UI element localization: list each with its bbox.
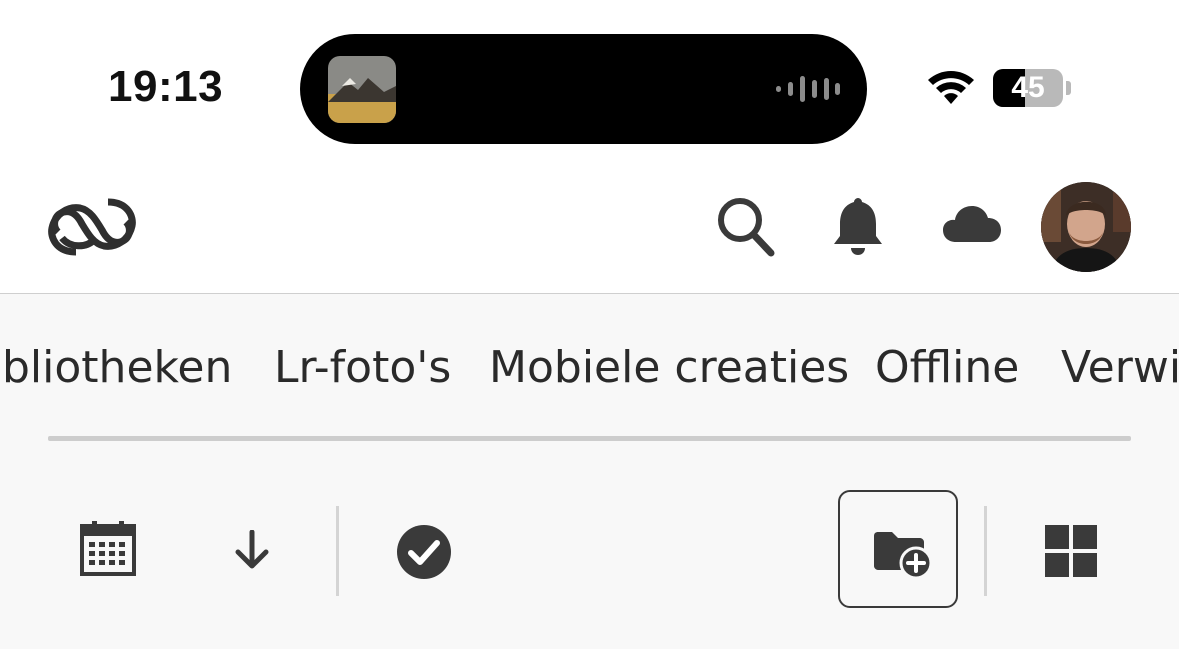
tab-strip[interactable]: bliotheken Lr-foto's Mobiele creaties Of… [0, 294, 1179, 444]
tab-underline [48, 436, 1131, 441]
calendar-icon[interactable] [80, 520, 136, 576]
select-check-icon[interactable] [396, 524, 452, 580]
new-folder-button[interactable] [838, 490, 958, 608]
audio-waveform-icon [776, 76, 840, 102]
content-area: bliotheken Lr-foto's Mobiele creaties Of… [0, 294, 1179, 649]
search-icon[interactable] [716, 196, 776, 258]
status-bar: 19:13 45 [0, 0, 1179, 170]
now-playing-thumbnail[interactable] [328, 56, 396, 123]
creative-cloud-logo[interactable] [46, 192, 138, 262]
grid-view-icon[interactable] [1044, 524, 1098, 578]
app-header [0, 170, 1179, 294]
tab-verwijderd[interactable]: Verwi [1061, 342, 1179, 393]
new-folder-icon [874, 532, 933, 580]
tab-mobiele-creaties[interactable]: Mobiele creaties [489, 342, 849, 393]
battery-nub [1066, 81, 1071, 95]
tab-bibliotheken[interactable]: bliotheken [2, 342, 232, 393]
sort-down-arrow-icon[interactable] [234, 530, 270, 570]
avatar[interactable] [1041, 182, 1131, 272]
battery-icon: 45 [993, 69, 1063, 107]
toolbar-divider [984, 506, 987, 596]
wifi-icon [928, 71, 974, 104]
cloud-icon[interactable] [942, 204, 1002, 244]
toolbar-divider [336, 506, 339, 596]
tab-lr-fotos[interactable]: Lr-foto's [274, 342, 451, 393]
dynamic-island[interactable] [300, 34, 867, 144]
status-time: 19:13 [108, 62, 224, 111]
tab-offline[interactable]: Offline [875, 342, 1019, 393]
battery-percent: 45 [1011, 71, 1045, 104]
bell-icon[interactable] [832, 196, 884, 256]
